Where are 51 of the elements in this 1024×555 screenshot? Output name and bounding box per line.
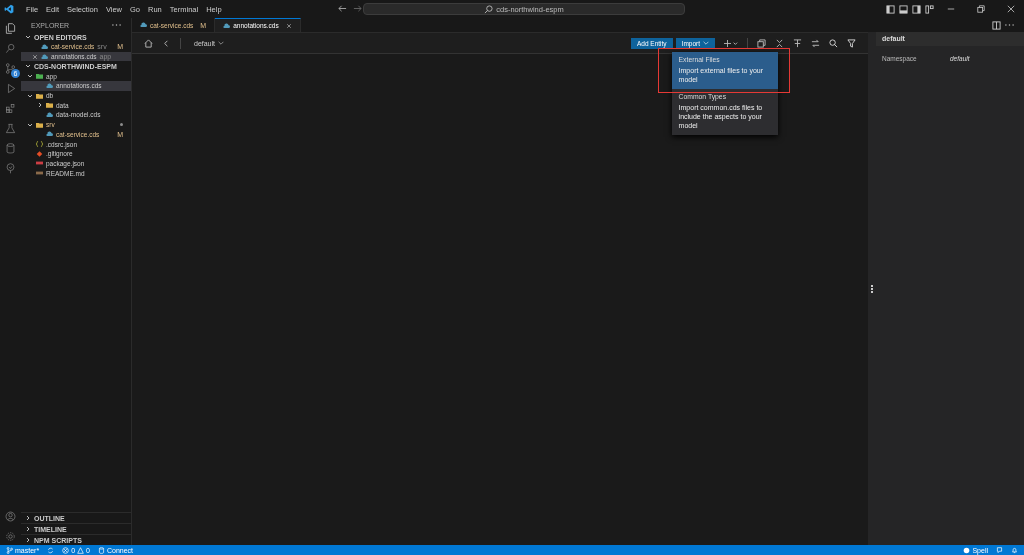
- cloud-icon: [223, 22, 231, 29]
- run-debug-icon[interactable]: [5, 83, 16, 94]
- home-icon[interactable]: [144, 38, 153, 48]
- chevron-icon[interactable]: [27, 73, 33, 80]
- split-editor-icon[interactable]: [992, 20, 1001, 30]
- settings-icon[interactable]: [5, 531, 16, 542]
- database-icon: [97, 546, 105, 554]
- forward-icon[interactable]: [353, 4, 362, 13]
- cloud-icon: [140, 22, 147, 28]
- account-icon[interactable]: [5, 511, 16, 522]
- restore-icon[interactable]: [977, 5, 985, 13]
- extensions-icon[interactable]: [5, 103, 16, 114]
- flask-icon[interactable]: [5, 123, 16, 134]
- feedback-icon[interactable]: [996, 546, 1003, 554]
- warning-icon: [77, 546, 85, 554]
- chevron-icon[interactable]: [27, 121, 33, 128]
- database-icon[interactable]: [5, 143, 16, 154]
- back-icon[interactable]: [162, 38, 171, 48]
- sync-icon[interactable]: [47, 546, 55, 554]
- diamond-icon: [36, 150, 43, 157]
- copy-icon[interactable]: [757, 38, 766, 48]
- filter-icon[interactable]: [847, 38, 856, 48]
- customize-layout-icon[interactable]: [925, 4, 934, 14]
- more-icon[interactable]: [112, 23, 121, 27]
- search-icon: [484, 4, 494, 14]
- close-icon[interactable]: [32, 53, 38, 60]
- files-icon[interactable]: [5, 23, 16, 34]
- drag-handle-icon[interactable]: [871, 284, 873, 293]
- close-icon[interactable]: [285, 22, 292, 29]
- circle-icon: [963, 546, 971, 554]
- braces-icon: [36, 141, 43, 148]
- collapse-icon[interactable]: [775, 38, 784, 48]
- chevron-icon: [218, 41, 225, 45]
- more-icon[interactable]: [1005, 23, 1014, 27]
- search-icon[interactable]: [829, 38, 838, 48]
- close-icon[interactable]: [1007, 5, 1015, 13]
- error-icon: [62, 546, 70, 554]
- chevron-icon[interactable]: [37, 102, 43, 109]
- plus-icon[interactable]: [724, 38, 738, 48]
- cloud-icon: [46, 82, 53, 89]
- chevron-icon: [703, 41, 709, 45]
- folder-icon: [36, 121, 43, 128]
- app-logo-icon: [4, 4, 14, 14]
- cloud-icon: [46, 111, 53, 118]
- minimize-icon[interactable]: [947, 5, 955, 13]
- source-control-icon[interactable]: [5, 63, 16, 74]
- back-icon[interactable]: [338, 4, 347, 13]
- cloud-icon: [46, 131, 53, 138]
- branch-icon: [6, 546, 13, 554]
- chevron-icon[interactable]: [27, 92, 33, 99]
- swap-icon[interactable]: [811, 38, 820, 48]
